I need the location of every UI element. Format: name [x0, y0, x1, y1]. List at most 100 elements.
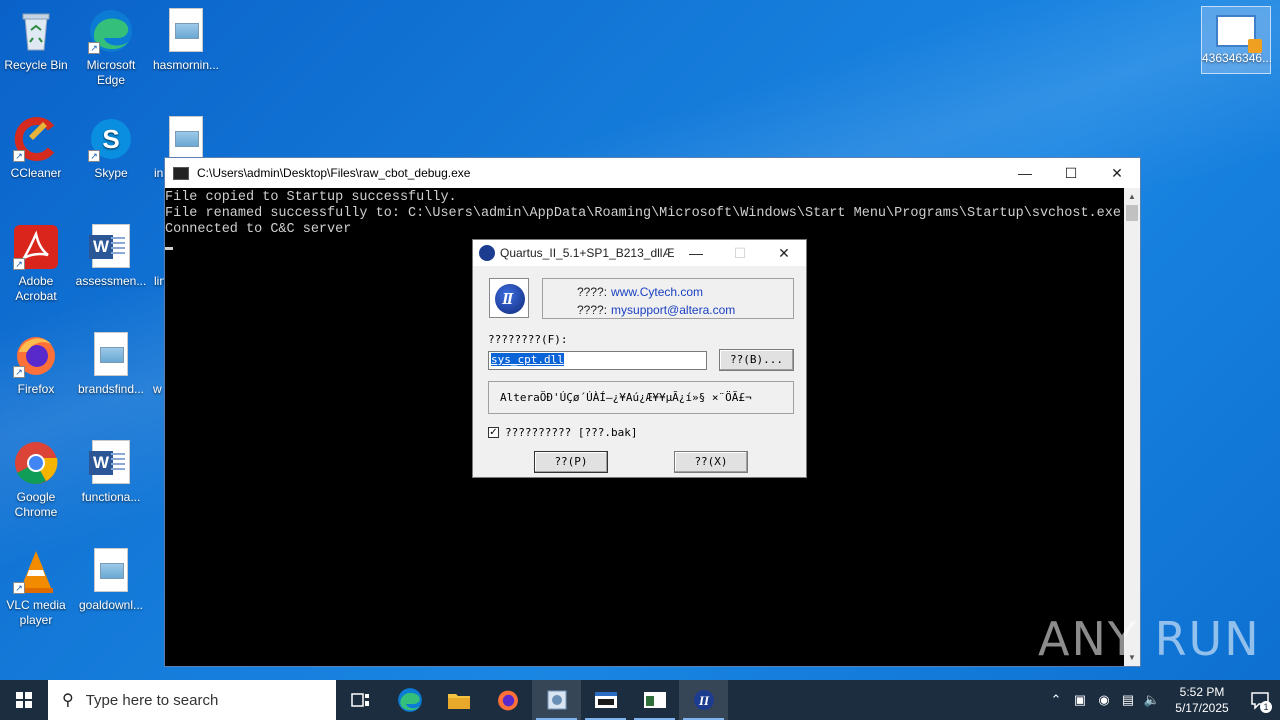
security-icon[interactable]: ◉ [1092, 692, 1116, 708]
console-line: Connected to C&C server [165, 222, 352, 237]
ok-button[interactable]: ??(P) [534, 451, 608, 473]
taskbar-file-explorer[interactable] [434, 680, 483, 720]
firefox-icon [497, 690, 518, 711]
recycle-bin-icon [13, 8, 59, 54]
desktop-icon-label: Adobe Acrobat [15, 274, 57, 303]
website-row: ????: www.Cytech.com [577, 285, 703, 299]
desktop-icon-label: brandsfind... [77, 382, 145, 396]
taskbar-setup-app[interactable] [532, 680, 581, 720]
image-file-icon [169, 8, 203, 52]
desktop-icon-functional-doc[interactable]: W functiona... [75, 440, 147, 505]
console-window-icon [594, 692, 617, 708]
desktop-icon-label: assessmen... [75, 274, 147, 288]
desktop-icon-brandsfind[interactable]: brandsfind... [75, 332, 147, 397]
task-view-icon [350, 693, 369, 707]
desktop-icon-firefox[interactable]: ↗ Firefox [0, 332, 72, 397]
quartus-dll-dialog[interactable]: Quartus_II_5.1+SP1_B213_dllÆ... — ☐ ✕ ??… [472, 239, 807, 478]
maximize-button[interactable]: ☐ [1048, 158, 1094, 188]
desktop-icon-google-chrome[interactable]: Google Chrome [0, 440, 72, 520]
desktop-icon-label: VLC media player [6, 598, 66, 627]
desktop-icon-label: Firefox [17, 382, 55, 396]
taskbar-console-window[interactable] [581, 680, 630, 720]
task-view-button[interactable] [336, 680, 385, 720]
desktop-icon-ccleaner[interactable]: ↗ CCleaner [0, 116, 72, 181]
chevron-up-icon[interactable]: ⌃ [1044, 692, 1068, 708]
file-label: ????????(F): [488, 333, 568, 346]
notification-badge: 1 [1260, 701, 1272, 713]
scroll-up-arrow-icon[interactable]: ▲ [1124, 188, 1140, 205]
image-file-icon [94, 332, 128, 376]
quartus-app-icon [479, 245, 495, 261]
search-placeholder: Type here to search [85, 691, 219, 709]
installer-icon [1216, 15, 1262, 53]
altera-logo-icon [489, 278, 529, 318]
word-document-icon: W [89, 440, 130, 484]
close-button[interactable]: ✕ [1094, 158, 1140, 188]
clock-date: 5/17/2025 [1175, 701, 1229, 715]
monitor-icon[interactable]: ▣ [1068, 692, 1092, 708]
desktop-icon-label: hasmornin... [152, 58, 220, 72]
desktop-icon-adobe-acrobat[interactable]: ↗ Adobe Acrobat [0, 224, 72, 304]
svg-text:II: II [697, 693, 709, 708]
browse-button[interactable]: ??(B)... [719, 349, 794, 371]
edge-icon [397, 688, 422, 712]
taskbar-search-box[interactable]: ⚲ Type here to search [48, 680, 336, 720]
backup-checkbox[interactable]: ✓ ?????????? [???.bak] [488, 426, 637, 439]
desktop-icon-skype[interactable]: S ↗ Skype [75, 116, 147, 181]
desktop-icon-assessment-doc[interactable]: W assessmen... [75, 224, 147, 289]
desktop-icon-recycle-bin[interactable]: Recycle Bin [0, 8, 72, 73]
clock-time: 5:52 PM [1179, 685, 1225, 699]
folder-icon [447, 694, 470, 709]
dialog-close-button[interactable]: ✕ [762, 240, 806, 266]
taskbar-document-window[interactable] [630, 680, 679, 720]
file-input[interactable]: sys_cpt.dll [488, 351, 707, 370]
minimize-button[interactable]: — [1002, 158, 1048, 188]
chrome-icon [13, 440, 59, 486]
console-cursor [165, 247, 173, 250]
desktop-icon-label: goaldownl... [78, 598, 144, 612]
desktop-icon-hasmorning[interactable]: hasmornin... [150, 8, 222, 73]
image-file-icon [169, 116, 203, 160]
start-button[interactable] [0, 680, 48, 720]
dialog-minimize-button[interactable]: — [674, 240, 718, 266]
console-line: File copied to Startup successfully. [165, 190, 457, 205]
website-label: ????: [577, 285, 608, 299]
notification-center-button[interactable]: 1 [1240, 680, 1280, 720]
desktop-icon-microsoft-edge[interactable]: ↗ Microsoft Edge [75, 8, 147, 88]
scrollbar-thumb[interactable] [1126, 205, 1138, 221]
taskbar-firefox[interactable] [483, 680, 532, 720]
exit-button[interactable]: ??(X) [674, 451, 748, 473]
window-icon [643, 692, 666, 708]
clock[interactable]: 5:52 PM 5/17/2025 [1164, 684, 1240, 716]
message-box: AlteraÖÐ'ÚÇø´ÚÀÍ—¿¥Aú¿Æ¥¥µÃ¿í»§ ×¨ÖÃ£¬ [488, 381, 794, 414]
dialog-maximize-button: ☐ [733, 245, 747, 261]
desktop-icon-label: Google Chrome [14, 490, 58, 519]
edge-icon: ↗ [88, 8, 134, 54]
dialog-titlebar[interactable]: Quartus_II_5.1+SP1_B213_dllÆ... — ☐ ✕ [473, 240, 806, 266]
volume-icon[interactable]: 🔈 [1140, 692, 1164, 708]
taskbar-edge[interactable] [385, 680, 434, 720]
dialog-title: Quartus_II_5.1+SP1_B213_dllÆ... [500, 246, 674, 260]
word-document-icon: W [89, 224, 130, 268]
desktop-icon-label: Microsoft Edge [86, 58, 136, 87]
console-titlebar[interactable]: C:\Users\admin\Desktop\Files\raw_cbot_de… [165, 158, 1140, 188]
website-link[interactable]: www.Cytech.com [611, 285, 703, 299]
search-icon: ⚲ [62, 692, 74, 709]
taskbar-quartus-dialog[interactable]: II [679, 680, 728, 720]
email-label: ????: [577, 303, 608, 317]
console-scrollbar[interactable]: ▲ ▼ [1124, 188, 1140, 666]
adobe-acrobat-icon: ↗ [13, 224, 59, 270]
checkmark-icon[interactable]: ✓ [488, 427, 499, 438]
desktop-icon-executable[interactable]: 436346346... [1201, 6, 1272, 74]
desktop-icon-label: Skype [94, 166, 128, 180]
console-title: C:\Users\admin\Desktop\Files\raw_cbot_de… [197, 166, 471, 180]
network-icon[interactable]: ▤ [1116, 692, 1140, 708]
console-app-icon [173, 166, 189, 180]
svg-text:S: S [102, 124, 119, 154]
console-line: File renamed successfully to: C:\Users\a… [165, 206, 1121, 221]
desktop-icon-label: CCleaner [10, 166, 62, 180]
desktop-icon-label: Recycle Bin [4, 58, 68, 72]
desktop-icon-vlc[interactable]: ↗ VLC media player [0, 548, 72, 628]
desktop-icon-goaldownload[interactable]: goaldownl... [75, 548, 147, 613]
email-link[interactable]: mysupport@altera.com [611, 303, 735, 317]
